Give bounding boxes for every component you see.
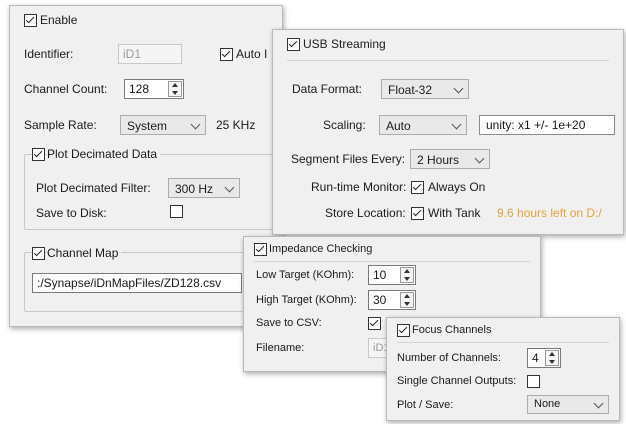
high-target-stepper[interactable]: 30 (368, 290, 416, 310)
segment-files-value: 2 Hours (417, 153, 460, 167)
high-target-label: High Target (KOhm): (256, 294, 357, 306)
unity-text: unity: x1 +/- 1e+20 (486, 118, 586, 132)
low-target-value: 10 (373, 268, 387, 282)
usb-streaming-panel: USB Streaming Data Format: Float-32 Scal… (272, 29, 624, 235)
identifier-label: Identifier: (24, 47, 74, 61)
title-divider (287, 60, 609, 61)
chevron-down-icon (190, 119, 201, 130)
low-target-label: Low Target (KOhm): (256, 269, 355, 281)
runtime-monitor-label: Run-time Monitor: (311, 180, 407, 194)
enable-checkbox[interactable] (24, 14, 37, 27)
channel-count-label: Channel Count: (24, 82, 108, 96)
usb-streaming-title: USB Streaming (303, 37, 386, 51)
plot-filter-select[interactable]: 300 Hz (168, 178, 240, 198)
chevron-down-icon (474, 153, 485, 164)
scaling-label: Scaling: (323, 118, 366, 132)
channel-map-checkbox[interactable] (32, 247, 45, 260)
store-location-label: Store Location: (325, 206, 406, 220)
plot-filter-label: Plot Decimated Filter: (36, 181, 151, 195)
sample-rate-label: Sample Rate: (24, 118, 97, 132)
focus-channels-checkbox[interactable] (397, 324, 410, 337)
chevron-down-icon (453, 83, 464, 94)
high-target-spin-buttons[interactable] (400, 292, 414, 308)
title-divider (397, 342, 609, 343)
plot-decimated-checkbox[interactable] (32, 148, 45, 161)
num-channels-stepper[interactable]: 4 (527, 348, 561, 368)
data-format-label: Data Format: (292, 82, 363, 96)
chevron-down-icon (451, 119, 462, 130)
identifier-field[interactable]: iD1 (118, 44, 182, 64)
auto-id-label: Auto I (236, 47, 268, 61)
scaling-value: Auto (386, 119, 411, 133)
data-format-value: Float-32 (388, 83, 433, 97)
channel-count-spin-buttons[interactable] (168, 81, 182, 97)
num-channels-spin-buttons[interactable] (545, 350, 559, 366)
channel-map-label: Channel Map (47, 245, 122, 261)
focus-channels-title: Focus Channels (412, 324, 492, 336)
chevron-down-icon (593, 398, 604, 409)
store-location-checkbox[interactable] (411, 207, 424, 220)
channel-count-stepper[interactable]: 128 (124, 79, 184, 99)
plot-save-label: Plot / Save: (397, 399, 454, 411)
save-to-disk-label: Save to Disk: (36, 206, 107, 220)
channel-map-path-field[interactable]: :/Synapse/iDnMapFiles/ZD128.csv (32, 273, 242, 293)
save-to-disk-checkbox[interactable] (170, 205, 183, 218)
plot-save-value: None (534, 398, 561, 410)
sample-rate-frequency: 25 KHz (216, 118, 256, 132)
storage-remaining-warning: 9.6 hours left on D:/ (497, 206, 602, 220)
data-format-select[interactable]: Float-32 (381, 79, 469, 99)
filename-label: Filename: (256, 342, 305, 354)
channel-map-path: :/Synapse/iDnMapFiles/ZD128.csv (37, 276, 222, 290)
save-csv-label: Save to CSV: (256, 317, 322, 329)
store-location-option: With Tank (428, 206, 481, 220)
low-target-spin-buttons[interactable] (400, 267, 414, 283)
impedance-checkbox[interactable] (254, 243, 267, 256)
segment-files-label: Segment Files Every: (291, 152, 406, 166)
unity-display: unity: x1 +/- 1e+20 (479, 115, 615, 135)
chevron-down-icon (224, 182, 235, 193)
title-divider (254, 261, 530, 262)
sample-rate-value: System (127, 119, 168, 133)
save-csv-checkbox[interactable] (368, 317, 381, 330)
single-outputs-checkbox[interactable] (527, 375, 540, 388)
runtime-monitor-checkbox[interactable] (411, 181, 424, 194)
plot-decimated-label: Plot Decimated Data (47, 146, 161, 162)
num-channels-label: Number of Channels: (397, 352, 501, 364)
enable-label: Enable (40, 13, 78, 27)
usb-streaming-checkbox[interactable] (287, 38, 300, 51)
num-channels-value: 4 (532, 351, 539, 365)
sample-rate-select[interactable]: System (120, 115, 206, 135)
focus-channels-panel: Focus Channels Number of Channels: 4 Sin… (386, 317, 620, 421)
identifier-value: iD1 (123, 47, 142, 61)
plot-filter-value: 300 Hz (175, 182, 214, 196)
single-outputs-label: Single Channel Outputs: (397, 375, 517, 387)
runtime-monitor-option: Always On (428, 180, 486, 194)
scaling-select[interactable]: Auto (379, 115, 467, 135)
impedance-title: Impedance Checking (269, 243, 373, 255)
main-settings-panel: Enable Identifier: iD1 Auto I Channel Co… (9, 5, 283, 327)
low-target-stepper[interactable]: 10 (368, 265, 416, 285)
plot-save-select[interactable]: None (527, 395, 609, 414)
channel-count-value: 128 (129, 82, 150, 96)
segment-files-select[interactable]: 2 Hours (410, 149, 490, 169)
high-target-value: 30 (373, 293, 387, 307)
auto-id-checkbox[interactable] (220, 48, 233, 61)
